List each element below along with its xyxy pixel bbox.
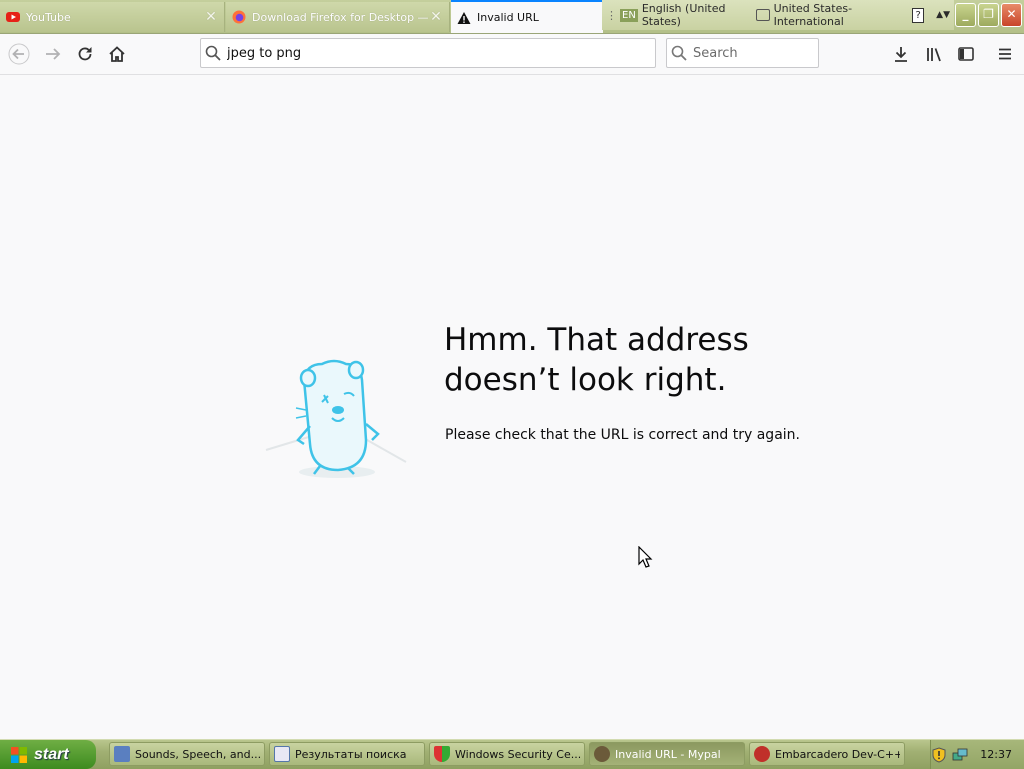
url-input[interactable] bbox=[225, 44, 639, 62]
network-icon[interactable] bbox=[952, 747, 968, 763]
confused-hamster-illustration bbox=[265, 359, 407, 478]
downloads-button[interactable] bbox=[890, 43, 912, 65]
library-icon bbox=[927, 48, 941, 62]
taskbar-item-label: Windows Security Ce... bbox=[455, 747, 580, 761]
taskbar-item-label: Embarcadero Dev-C++ bbox=[775, 747, 900, 761]
search-input[interactable] bbox=[691, 44, 805, 62]
search-icon bbox=[201, 41, 225, 65]
taskbar-item-label: Invalid URL - Mypal bbox=[615, 747, 721, 761]
sidebar-button[interactable] bbox=[955, 43, 977, 65]
control-panel-icon bbox=[114, 746, 130, 762]
sidebar-icon bbox=[958, 47, 974, 61]
close-tab-icon[interactable]: ✕ bbox=[429, 10, 443, 24]
taskbar-item-devcpp[interactable]: Embarcadero Dev-C++ bbox=[749, 742, 905, 766]
tab-title: YouTube bbox=[26, 10, 71, 24]
tab-title: Download Firefox for Desktop — M bbox=[252, 10, 429, 24]
minimize-button[interactable]: _ bbox=[955, 3, 976, 27]
drag-handle-icon[interactable]: ⋮ bbox=[606, 9, 617, 22]
tab-youtube[interactable]: YouTube ✕ bbox=[0, 2, 225, 32]
system-tray: 12:37 bbox=[930, 740, 1024, 769]
close-window-button[interactable]: ✕ bbox=[1001, 3, 1022, 27]
search-icon bbox=[667, 41, 691, 65]
back-arrow-icon bbox=[8, 43, 30, 65]
tab-firefox-download[interactable]: Download Firefox for Desktop — M ✕ bbox=[226, 2, 450, 32]
keyboard-icon bbox=[756, 9, 770, 21]
taskbar: start Sounds, Speech, and... Результаты … bbox=[0, 739, 1024, 769]
security-shield-icon bbox=[434, 746, 450, 762]
language-bar-options-icon[interactable]: ▲▼ bbox=[936, 10, 950, 20]
taskbar-item-label: Sounds, Speech, and... bbox=[135, 747, 260, 761]
devcpp-icon bbox=[754, 746, 770, 762]
taskbar-item-label: Результаты поиска bbox=[295, 747, 407, 761]
library-button[interactable] bbox=[923, 43, 945, 65]
hamburger-menu-icon bbox=[999, 48, 1011, 60]
error-title: Hmm. That address doesn’t look right. bbox=[444, 322, 749, 398]
firefox-icon bbox=[232, 10, 246, 24]
start-label: start bbox=[34, 745, 69, 763]
navigation-toolbar bbox=[0, 34, 1024, 75]
back-button[interactable] bbox=[8, 43, 30, 65]
home-button[interactable] bbox=[106, 43, 128, 65]
tab-title: Invalid URL bbox=[477, 11, 539, 24]
reload-button[interactable] bbox=[74, 43, 96, 65]
clock[interactable]: 12:37 bbox=[980, 748, 1012, 761]
warning-icon bbox=[457, 11, 471, 24]
language-name[interactable]: English (United States) bbox=[642, 2, 746, 28]
url-bar[interactable] bbox=[200, 38, 656, 68]
taskbar-item-mypal[interactable]: Invalid URL - Mypal bbox=[589, 742, 745, 766]
search-results-icon bbox=[274, 746, 290, 762]
forward-button[interactable] bbox=[42, 43, 64, 65]
download-icon bbox=[895, 47, 907, 62]
keyboard-layout[interactable]: United States-International bbox=[774, 2, 897, 28]
menu-button[interactable] bbox=[994, 43, 1016, 65]
error-description: Please check that the URL is correct and… bbox=[445, 427, 800, 443]
security-alert-icon[interactable] bbox=[932, 746, 946, 763]
mypal-icon bbox=[594, 746, 610, 762]
taskbar-item-security-center[interactable]: Windows Security Ce... bbox=[429, 742, 585, 766]
home-icon bbox=[109, 46, 125, 62]
tab-invalid-url[interactable]: Invalid URL bbox=[451, 0, 603, 33]
restore-button[interactable]: ❐ bbox=[978, 3, 999, 27]
tab-strip: YouTube ✕ Download Firefox for Desktop —… bbox=[0, 0, 1024, 34]
reload-icon bbox=[78, 47, 92, 61]
page-content bbox=[0, 75, 1024, 739]
windows-logo-icon bbox=[11, 746, 27, 763]
language-bar: ⋮ EN English (United States) United Stat… bbox=[602, 0, 954, 30]
start-button[interactable]: start bbox=[0, 740, 96, 769]
taskbar-item-sounds[interactable]: Sounds, Speech, and... bbox=[109, 742, 265, 766]
language-code[interactable]: EN bbox=[620, 8, 638, 22]
forward-arrow-icon bbox=[46, 48, 61, 60]
mouse-cursor-icon bbox=[638, 546, 653, 568]
taskbar-item-search-results[interactable]: Результаты поиска bbox=[269, 742, 425, 766]
youtube-icon bbox=[6, 12, 20, 22]
close-tab-icon[interactable]: ✕ bbox=[204, 10, 218, 24]
search-bar[interactable] bbox=[666, 38, 819, 68]
help-icon[interactable]: ? bbox=[912, 7, 925, 23]
